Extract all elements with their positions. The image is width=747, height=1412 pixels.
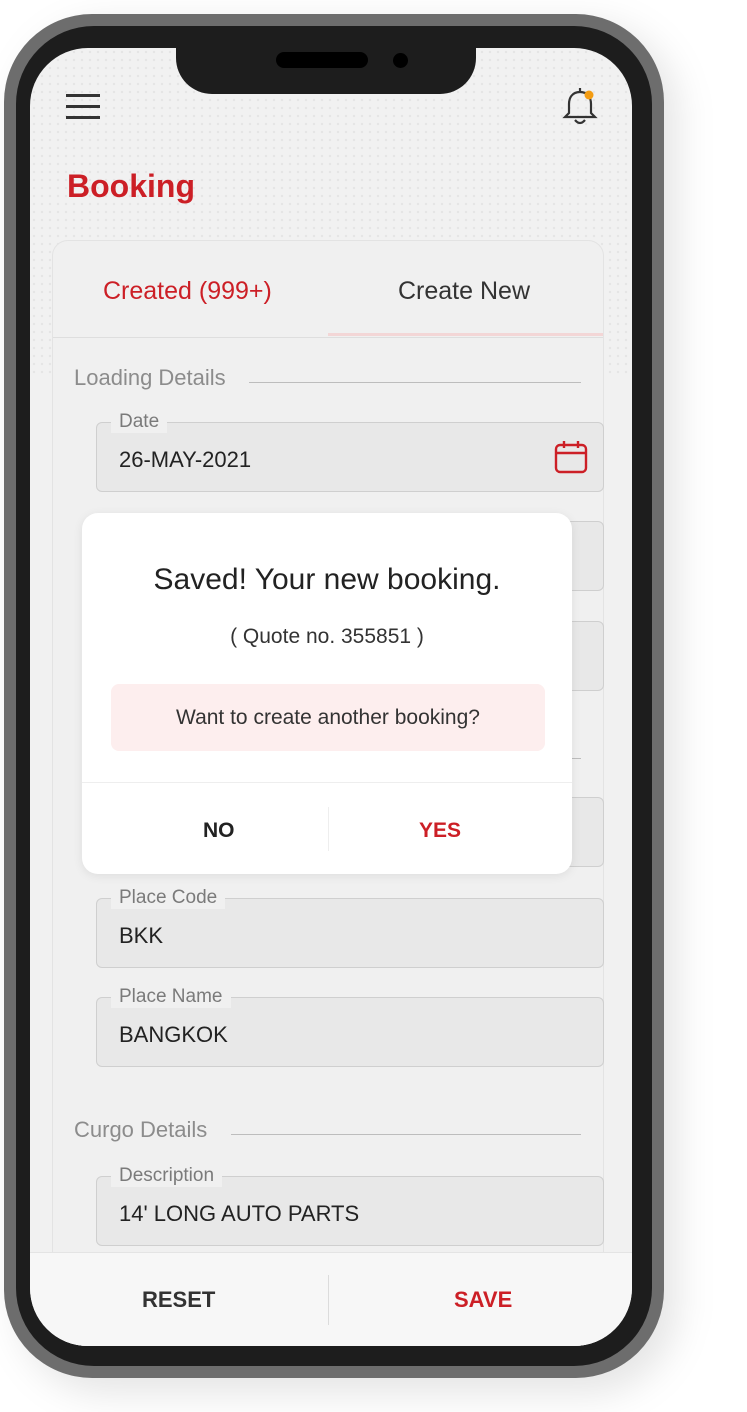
yes-button[interactable]: YES <box>419 819 461 843</box>
saved-booking-dialog: Saved! Your new booking. ( Quote no. 355… <box>82 513 572 874</box>
dialog-divider <box>82 782 572 783</box>
speaker-grille <box>276 52 368 68</box>
dialog-title: Saved! Your new booking. <box>153 563 501 596</box>
phone-notch <box>176 48 476 94</box>
front-camera <box>393 53 408 68</box>
prompt-text: Want to create another booking? <box>176 706 480 729</box>
no-button[interactable]: NO <box>203 819 235 843</box>
quote-number: ( Quote no. 355851 ) <box>230 625 424 648</box>
app-screen: Booking Created (999+) Create New Loadin… <box>30 48 632 1346</box>
dialog-button-separator <box>328 807 329 851</box>
create-another-prompt: Want to create another booking? <box>111 684 545 751</box>
